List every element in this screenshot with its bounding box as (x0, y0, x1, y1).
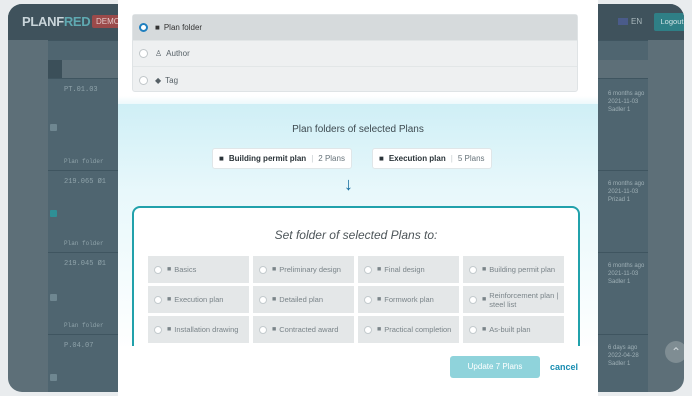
plan-folders-title: Plan folders of selected Plans (292, 124, 424, 135)
radio-icon[interactable] (364, 265, 372, 274)
set-folder-box: Set folder of selected Plans to: ■ Basics… (132, 206, 580, 356)
row-checkbox[interactable] (50, 294, 57, 301)
radio-icon[interactable] (259, 325, 267, 334)
background-plan-id: PT.01.03 (64, 86, 98, 94)
cancel-button[interactable]: cancel (550, 362, 578, 372)
current-folder-pill: ■ Building permit plan | 2 Plans (212, 148, 352, 169)
folder-option[interactable]: ■ Installation drawing (148, 316, 249, 343)
folder-option[interactable]: ■ Reinforcement plan | steel list (463, 286, 564, 313)
folder-icon: ■ (167, 266, 172, 273)
background-meta: 6 months ago 2021-11-03 Sadler 1 (608, 91, 645, 113)
flag-icon (618, 18, 628, 26)
folder-icon: ■ (377, 296, 382, 303)
update-plans-modal: ■ Plan folder ♙ Author ◆ Tag Plan folder… (118, 0, 598, 396)
radio-icon[interactable] (469, 265, 477, 274)
background-row-label: Plan folder (64, 322, 104, 329)
folder-option[interactable]: ■ Execution plan (148, 286, 249, 313)
radio-icon[interactable] (259, 295, 267, 304)
current-folder-pill: ■ Execution plan | 5 Plans (372, 148, 492, 169)
radio-icon[interactable] (364, 295, 372, 304)
folder-icon: ■ (379, 154, 384, 163)
background-row-label: Plan folder (64, 158, 104, 165)
user-icon: ♙ (155, 49, 163, 58)
radio-icon[interactable] (259, 265, 267, 274)
background-row-label: Plan folder (64, 240, 104, 247)
folder-icon: ■ (377, 326, 382, 333)
radio-icon[interactable] (139, 49, 148, 58)
radio-icon[interactable] (469, 325, 477, 334)
folder-icon: ■ (272, 296, 277, 303)
folder-option[interactable]: ■ As-built plan (463, 316, 564, 343)
folder-option[interactable]: ■ Formwork plan (358, 286, 459, 313)
update-plans-button[interactable]: Update 7 Plans (450, 356, 540, 378)
folder-option[interactable]: ■ Basics (148, 256, 249, 283)
folder-icon: ■ (482, 326, 487, 333)
folder-icon: ■ (167, 296, 172, 303)
radio-icon[interactable] (469, 295, 477, 304)
folder-option[interactable]: ■ Practical completion (358, 316, 459, 343)
radio-icon[interactable] (154, 295, 162, 304)
folder-icon: ■ (482, 296, 487, 303)
attribute-options: ■ Plan folder ♙ Author ◆ Tag (132, 14, 578, 92)
option-plan-folder[interactable]: ■ Plan folder (133, 15, 577, 41)
arrow-down-icon: ↓ (344, 174, 353, 194)
folder-option[interactable]: ■ Detailed plan (253, 286, 354, 313)
background-meta: 6 months ago 2021-11-03 Sadler 1 (608, 263, 645, 285)
folder-icon: ■ (167, 326, 172, 333)
tag-icon: ◆ (155, 75, 162, 85)
folder-icon: ■ (272, 326, 277, 333)
language-selector[interactable]: EN (618, 17, 642, 26)
background-plan-id: 219.065 Ø1 (64, 178, 107, 186)
app-logo: PLANFRED (22, 14, 91, 29)
folder-option[interactable]: ■ Preliminary design (253, 256, 354, 283)
folder-option[interactable]: ■ Final design (358, 256, 459, 283)
set-folder-title: Set folder of selected Plans to: (274, 228, 438, 242)
background-meta: 6 months ago 2021-11-03 Prizad 1 (608, 181, 645, 203)
background-plan-id: 219.045 Ø1 (64, 260, 107, 268)
folder-option[interactable]: ■ Contracted award (253, 316, 354, 343)
radio-icon[interactable] (139, 75, 148, 85)
scroll-up-button[interactable]: ⌃ (665, 341, 684, 363)
folder-icon: ■ (482, 266, 487, 273)
folder-icon: ■ (219, 154, 224, 163)
logout-button[interactable]: Logout (654, 13, 684, 31)
radio-icon[interactable] (154, 265, 162, 274)
folder-icon: ■ (377, 266, 382, 273)
folder-option[interactable]: ■ Building permit plan (463, 256, 564, 283)
folder-icon: ■ (155, 23, 160, 32)
row-checkbox[interactable] (50, 210, 57, 217)
row-checkbox[interactable] (50, 374, 57, 381)
row-checkbox[interactable] (50, 124, 57, 131)
background-meta: 6 days ago 2022-04-28 Sadler 1 (608, 345, 639, 367)
radio-icon[interactable] (364, 325, 372, 334)
option-author[interactable]: ♙ Author (133, 41, 577, 67)
radio-selected-icon[interactable] (139, 23, 148, 32)
modal-footer: Update 7 Plans cancel (118, 346, 598, 396)
folder-icon: ■ (272, 266, 277, 273)
radio-icon[interactable] (154, 325, 162, 334)
option-tag[interactable]: ◆ Tag (133, 67, 577, 93)
background-plan-id: P.04.07 (64, 342, 94, 350)
